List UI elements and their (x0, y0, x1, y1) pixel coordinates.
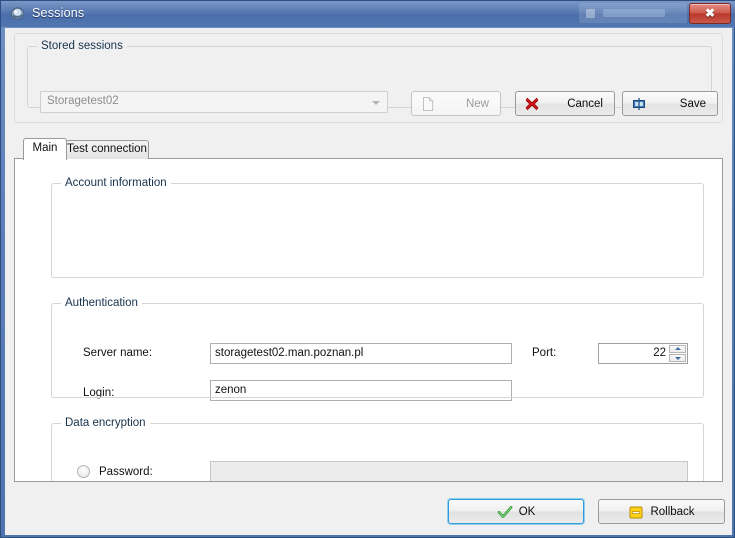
save-button[interactable]: Save (622, 91, 718, 116)
save-button-label: Save (679, 97, 706, 110)
stored-sessions-combo[interactable]: Storagetest02 (40, 91, 388, 113)
tab-strip: Main Test connection (14, 138, 723, 160)
footer-bar: OK Rollback (14, 488, 725, 530)
rollback-button-label: Rollback (650, 505, 695, 518)
ok-button-label: OK (518, 505, 536, 518)
red-cross-icon (524, 96, 540, 112)
tab-test-connection[interactable]: Test connection (65, 140, 149, 159)
stored-sessions-combo-value: Storagetest02 (47, 95, 119, 107)
save-disk-icon (631, 96, 647, 112)
close-button[interactable]: ✖ (689, 3, 731, 24)
authentication-groupbox: Authentication (51, 297, 704, 398)
yellow-minus-icon (628, 504, 644, 520)
tab-panel-main: Account information Server name: storage… (14, 158, 723, 482)
rollback-button[interactable]: Rollback (598, 499, 725, 524)
green-check-icon (497, 504, 513, 520)
ghost-icon (586, 9, 595, 18)
sessions-window: Sessions ✖ Stored sessions Storagetest02 (0, 0, 735, 538)
new-button-label: New (465, 97, 489, 110)
tab-main[interactable]: Main (23, 138, 67, 160)
new-button[interactable]: New (411, 91, 501, 116)
account-information-group-title: Account information (61, 177, 171, 189)
data-encryption-groupbox: Data encryption (51, 417, 704, 481)
ok-button[interactable]: OK (448, 499, 584, 524)
new-document-icon (420, 96, 436, 112)
window-title: Sessions (32, 6, 85, 20)
stored-sessions-group-title: Stored sessions (37, 40, 127, 52)
ghost-overlay-artifact (579, 3, 687, 23)
account-information-groupbox: Account information (51, 177, 704, 278)
close-icon: ✖ (704, 6, 716, 20)
footer-separator (14, 486, 723, 487)
cancel-button-label: Cancel (567, 97, 603, 110)
cancel-button[interactable]: Cancel (515, 91, 615, 116)
client-area: Stored sessions Storagetest02 New Cancel… (5, 28, 732, 535)
data-encryption-group-title: Data encryption (61, 417, 150, 429)
sessions-window-icon (10, 6, 26, 22)
stored-sessions-panel: Stored sessions Storagetest02 New Cancel… (14, 33, 723, 123)
chevron-down-icon (372, 101, 380, 105)
authentication-group-title: Authentication (61, 297, 142, 309)
ghost-text (603, 9, 665, 17)
title-bar[interactable]: Sessions ✖ (1, 1, 735, 27)
